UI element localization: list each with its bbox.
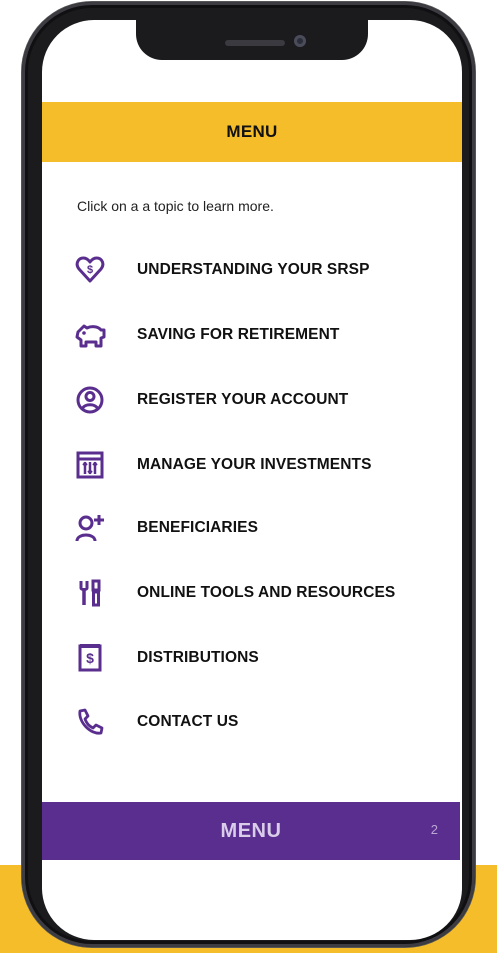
menu-item-label: UNDERSTANDING YOUR SRSP (137, 261, 370, 278)
sliders-panel-icon (70, 445, 110, 485)
svg-text:$: $ (87, 264, 93, 276)
menu-footer-button[interactable]: MENU 2 (42, 802, 460, 860)
menu-item-understanding-srsp[interactable]: $ UNDERSTANDING YOUR SRSP (70, 250, 440, 290)
menu-item-label: MANAGE YOUR INVESTMENTS (137, 456, 372, 473)
menu-item-beneficiaries[interactable]: BENEFICIARIES (70, 508, 440, 548)
speaker-grille (225, 40, 285, 46)
svg-text:$: $ (86, 650, 94, 666)
heart-dollar-icon: $ (70, 250, 110, 290)
menu-item-manage-investments[interactable]: MANAGE YOUR INVESTMENTS (70, 445, 440, 485)
menu-footer-title: MENU (220, 819, 282, 842)
front-camera (294, 35, 306, 47)
menu-item-label: CONTACT US (137, 713, 239, 730)
menu-item-distributions[interactable]: $ DISTRIBUTIONS (70, 638, 440, 678)
user-add-icon (70, 508, 110, 548)
menu-item-contact-us[interactable]: CONTACT US (70, 702, 440, 742)
menu-item-saving-retirement[interactable]: SAVING FOR RETIREMENT (70, 315, 440, 355)
user-circle-icon (70, 380, 110, 420)
menu-item-online-tools[interactable]: ONLINE TOOLS AND RESOURCES (70, 573, 440, 613)
menu-item-label: REGISTER YOUR ACCOUNT (137, 391, 349, 408)
menu-item-label: DISTRIBUTIONS (137, 649, 259, 666)
phone-icon (70, 702, 110, 742)
menu-item-label: ONLINE TOOLS AND RESOURCES (137, 584, 396, 601)
page-number: 2 (430, 822, 438, 837)
piggy-bank-icon (70, 315, 110, 355)
dollar-document-icon: $ (70, 638, 110, 678)
menu-header-title: MENU (226, 122, 278, 141)
menu-item-label: SAVING FOR RETIREMENT (137, 326, 340, 343)
tools-icon (70, 573, 110, 613)
menu-header: MENU (42, 102, 462, 162)
menu-item-register-account[interactable]: REGISTER YOUR ACCOUNT (70, 380, 440, 420)
intro-text: Click on a a topic to learn more. (77, 198, 274, 214)
menu-item-label: BENEFICIARIES (137, 519, 259, 536)
